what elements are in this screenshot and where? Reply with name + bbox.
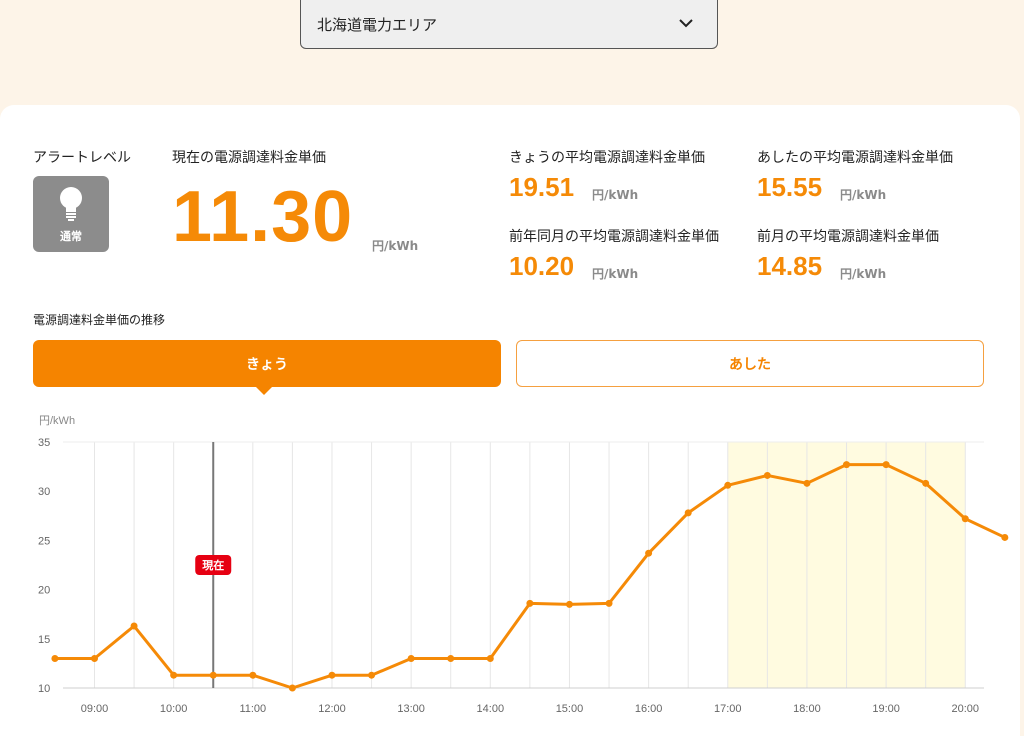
price-trend-chart: 円/kWh 10 15 20 25 30 35 09:00 10:00 11:00 12:00 13… <box>38 415 1009 715</box>
area-select-value: 北海道電力エリア <box>317 15 438 34</box>
data-point <box>684 509 692 517</box>
chevron-down-icon <box>679 19 693 28</box>
tab-pointer <box>256 387 272 395</box>
x-tick-label: 09:00 <box>81 703 109 715</box>
data-point <box>407 654 415 662</box>
x-tick-label: 14:00 <box>477 703 505 715</box>
tab-tomorrow[interactable]: あした <box>516 340 984 387</box>
data-point <box>961 515 969 523</box>
last-month-avg-unit: 円/kWh <box>840 267 887 281</box>
last-month-avg-value: 14.85 <box>757 251 823 281</box>
data-point <box>1001 533 1009 541</box>
lightbulb-icon <box>60 187 82 221</box>
data-point <box>486 654 494 662</box>
data-point <box>288 684 296 692</box>
x-tick-label: 18:00 <box>793 703 821 715</box>
y-axis-unit: 円/kWh <box>39 415 75 427</box>
tomorrow-avg-value: 15.55 <box>757 172 823 202</box>
data-point <box>882 461 890 469</box>
x-tick-label: 10:00 <box>160 703 188 715</box>
tomorrow-avg-label: あしたの平均電源調達料金単価 <box>757 150 953 166</box>
data-point <box>447 654 455 662</box>
data-point <box>170 671 178 679</box>
data-point <box>724 481 732 489</box>
x-tick-label: 13:00 <box>397 703 425 715</box>
data-point <box>605 599 613 607</box>
alert-status-text: 通常 <box>60 230 82 243</box>
data-point <box>763 471 771 479</box>
x-tick-label: 15:00 <box>556 703 584 715</box>
now-badge-label: 現在 <box>202 558 224 572</box>
today-avg-value: 19.51 <box>509 172 575 202</box>
last-year-avg-label: 前年同月の平均電源調達料金単価 <box>509 229 719 245</box>
y-tick-label: 35 <box>38 437 50 449</box>
data-point <box>843 461 851 469</box>
x-tick-label: 12:00 <box>318 703 346 715</box>
alert-level-label: アラートレベル <box>33 150 131 166</box>
x-tick-label: 16:00 <box>635 703 663 715</box>
data-point <box>368 671 376 679</box>
y-tick-label: 10 <box>38 683 50 695</box>
x-tick-label: 17:00 <box>714 703 742 715</box>
data-point <box>526 599 534 607</box>
data-point <box>803 479 811 487</box>
current-price-label: 現在の電源調達料金単価 <box>172 150 326 166</box>
data-point <box>328 671 336 679</box>
tab-today[interactable]: きょう <box>33 340 501 387</box>
data-point <box>209 671 217 679</box>
data-point <box>51 654 59 662</box>
data-point <box>249 671 257 679</box>
today-avg-label: きょうの平均電源調達料金単価 <box>509 150 705 166</box>
last-year-avg-value: 10.20 <box>509 251 575 281</box>
y-tick-label: 25 <box>38 535 50 547</box>
data-point <box>91 654 98 662</box>
x-tick-label: 20:00 <box>951 703 979 715</box>
y-tick-label: 20 <box>38 585 50 597</box>
tomorrow-avg-unit: 円/kWh <box>840 188 887 202</box>
data-point <box>645 549 653 557</box>
x-tick-label: 19:00 <box>872 703 900 715</box>
x-tick-label: 11:00 <box>239 703 266 715</box>
y-tick-label: 30 <box>38 486 50 498</box>
today-avg-unit: 円/kWh <box>592 188 639 202</box>
last-month-avg-label: 前月の平均電源調達料金単価 <box>757 229 939 245</box>
data-point <box>922 479 930 487</box>
trend-section-title: 電源調達料金単価の推移 <box>33 313 166 327</box>
data-point <box>565 600 573 608</box>
data-point <box>130 622 138 630</box>
area-select[interactable]: 北海道電力エリア <box>300 0 718 49</box>
y-tick-label: 15 <box>38 634 50 646</box>
alert-level-badge: 通常 <box>33 176 109 252</box>
current-price-unit: 円/kWh <box>372 239 419 253</box>
last-year-avg-unit: 円/kWh <box>592 267 639 281</box>
current-price-value: 11.30 <box>172 177 354 257</box>
